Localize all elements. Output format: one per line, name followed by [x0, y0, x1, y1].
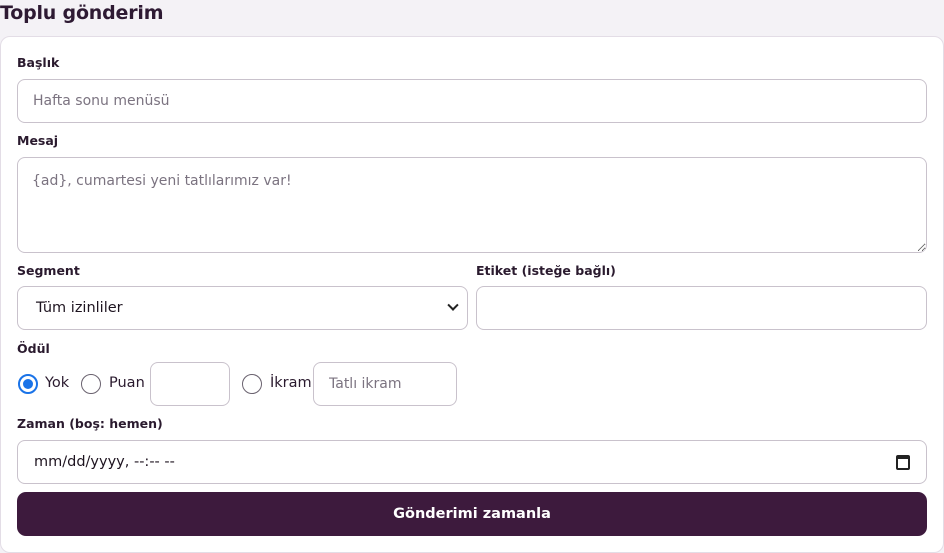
tag-input[interactable]: [476, 286, 927, 330]
reward-none-radio[interactable]: [18, 374, 38, 394]
segment-selected-value: Tüm izinliler: [36, 300, 123, 316]
schedule-datetime-input[interactable]: mm/dd/yyyy, --:-- --: [17, 440, 927, 484]
page-title: Toplu gönderim: [0, 2, 164, 24]
reward-treat-label: İkram: [270, 375, 312, 391]
schedule-submit-button[interactable]: Gönderimi zamanla: [17, 492, 927, 536]
points-input[interactable]: [150, 362, 230, 406]
message-label: Mesaj: [17, 133, 59, 148]
segment-label: Segment: [17, 263, 80, 278]
title-label: Başlık: [17, 55, 60, 70]
schedule-value: mm/dd/yyyy, --:-- --: [34, 454, 175, 470]
reward-points-radio[interactable]: [81, 374, 101, 394]
message-textarea[interactable]: [17, 157, 927, 253]
segment-select[interactable]: Tüm izinliler: [17, 286, 468, 330]
reward-treat-radio[interactable]: [242, 374, 262, 394]
treat-input[interactable]: [313, 362, 457, 406]
chevron-down-icon: [447, 299, 459, 311]
reward-points-label: Puan: [109, 375, 145, 391]
calendar-icon[interactable]: [896, 454, 910, 470]
schedule-label: Zaman (boş: hemen): [17, 416, 163, 431]
reward-label: Ödül: [17, 341, 50, 356]
title-input[interactable]: [17, 79, 927, 123]
tag-label: Etiket (isteğe bağlı): [476, 263, 616, 278]
reward-none-label: Yok: [45, 375, 70, 391]
